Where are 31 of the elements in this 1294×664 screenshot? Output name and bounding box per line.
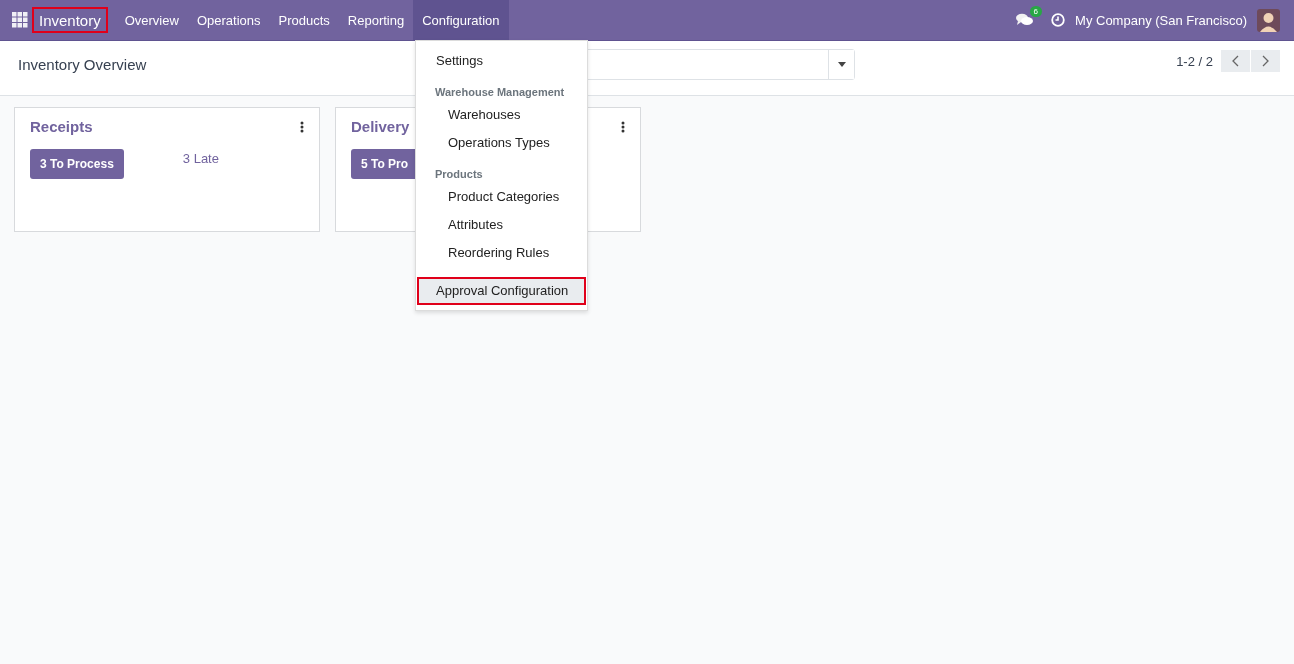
nav-menu-item[interactable]: Reporting	[338, 0, 414, 40]
dropdown-menu-item[interactable]: Reordering Rules	[417, 239, 586, 267]
nav-menu-item[interactable]: Configuration	[413, 0, 509, 40]
page-title: Inventory Overview	[18, 55, 148, 73]
chat-icon[interactable]	[1016, 13, 1034, 27]
card-title[interactable]: Receipts	[30, 118, 93, 135]
menu-section-header: Warehouse Management	[434, 85, 566, 100]
chevron-left-icon	[1232, 55, 1239, 67]
dropdown-menu-item[interactable]: Attributes	[417, 211, 586, 239]
more-icon[interactable]	[621, 120, 625, 133]
search-options-button[interactable]	[828, 49, 854, 79]
pager-value[interactable]: 1-2 / 2	[1176, 53, 1213, 69]
nav-menu-item[interactable]: Overview	[115, 0, 188, 40]
nav-menu-item[interactable]: Operations	[187, 0, 270, 40]
dropdown-menu-item[interactable]: Settings	[417, 47, 586, 75]
dropdown-menu-item[interactable]: Product Categories	[417, 183, 586, 211]
caret-icon	[837, 61, 846, 67]
clock-icon[interactable]	[1051, 13, 1066, 27]
app-brand[interactable]: Inventory	[32, 7, 108, 33]
message-count-badge: 6	[1029, 6, 1043, 17]
more-icon[interactable]	[300, 120, 304, 133]
late-link[interactable]: 3 Late	[182, 151, 219, 166]
apps-menu-icon[interactable]	[12, 12, 28, 28]
dropdown-menu-item[interactable]: Approval Configuration	[417, 277, 586, 305]
dropdown-menu-item[interactable]: Warehouses	[417, 101, 586, 129]
nav-menu-item[interactable]: Products	[269, 0, 339, 40]
chevron-right-icon	[1262, 55, 1269, 67]
to-process-button[interactable]: 3 To Process	[30, 149, 124, 179]
card-title[interactable]: Delivery	[351, 118, 410, 135]
company-switcher[interactable]: My Company (San Francisco)	[1075, 12, 1247, 28]
user-avatar[interactable]	[1257, 8, 1280, 32]
